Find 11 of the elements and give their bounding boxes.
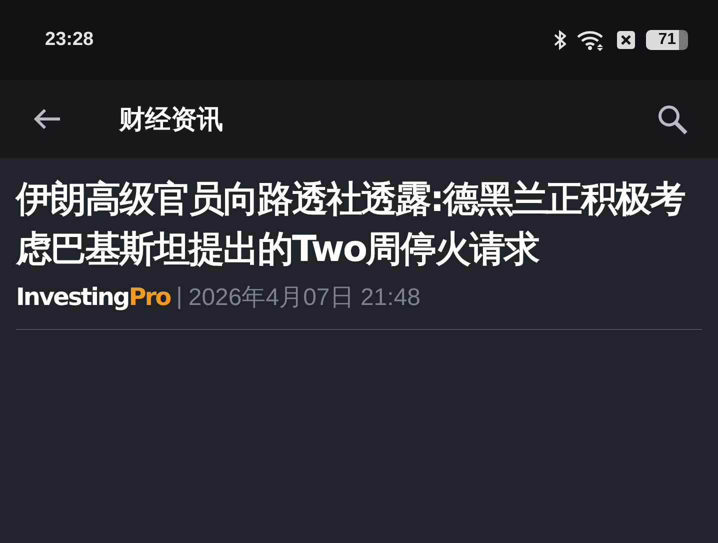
search-button[interactable]	[656, 103, 688, 135]
page-title: 财经资讯	[119, 104, 224, 136]
battery-icon: 71	[646, 30, 688, 50]
back-button[interactable]	[32, 107, 62, 131]
clock: 23:28	[45, 29, 95, 51]
headline: 伊朗高级官员向路透社透露:德黑兰正积极考虑巴基斯坦提出的Two周停火请求	[16, 178, 686, 272]
source-logo: InvestingPro	[16, 283, 170, 311]
separator: |	[176, 283, 182, 311]
bluetooth-icon	[554, 30, 566, 50]
close-icon	[616, 30, 636, 50]
publish-date: 2026年4月07日 21:48	[188, 283, 421, 313]
